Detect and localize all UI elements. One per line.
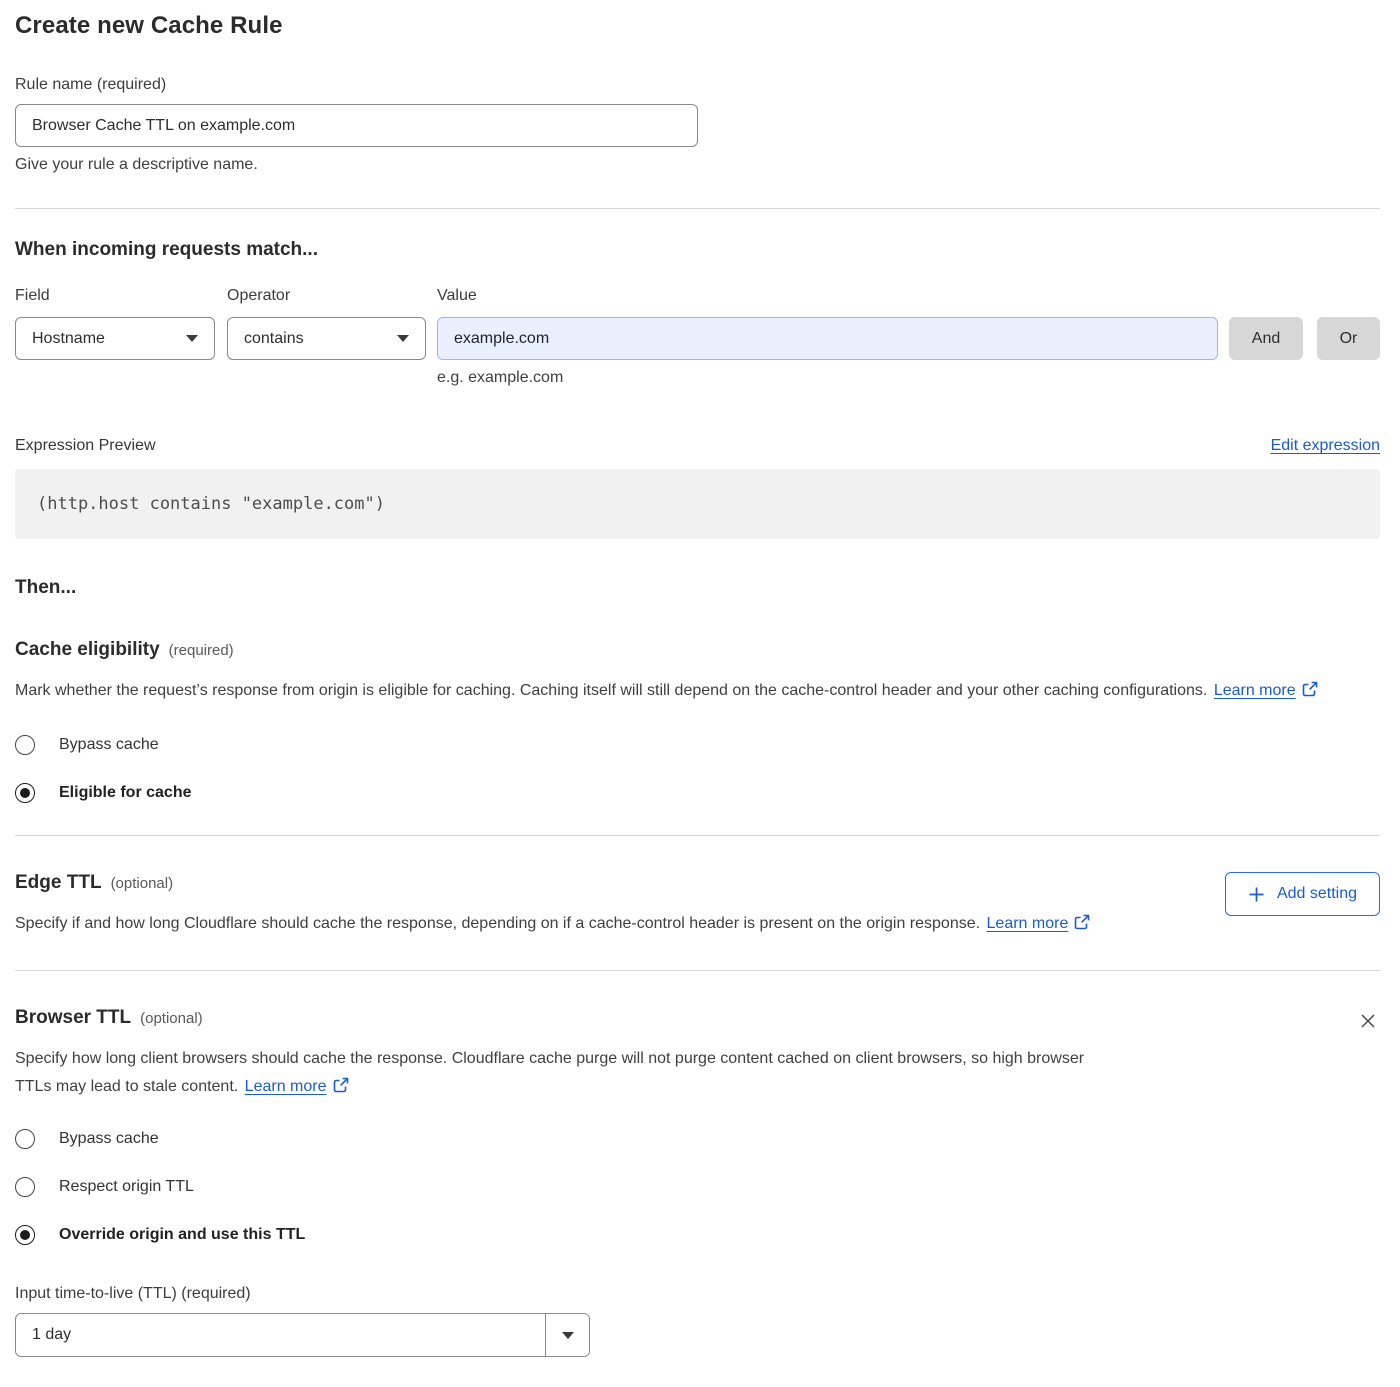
add-setting-button[interactable]: Add setting bbox=[1225, 872, 1380, 916]
or-button[interactable]: Or bbox=[1317, 317, 1380, 360]
rule-name-section: Rule name (required) Give your rule a de… bbox=[15, 76, 1380, 174]
cache-eligibility-description-text: Mark whether the request’s response from… bbox=[15, 682, 1207, 699]
operator-select[interactable]: contains bbox=[227, 317, 426, 360]
radio-icon bbox=[15, 1177, 35, 1197]
close-icon bbox=[1358, 1011, 1378, 1031]
edge-ttl-learn-more-link[interactable]: Learn more bbox=[987, 915, 1069, 932]
radio-respect-origin-ttl[interactable]: Respect origin TTL bbox=[15, 1177, 194, 1197]
browser-ttl-text-block: Browser TTL (optional) Specify how long … bbox=[15, 1007, 1115, 1101]
chevron-down-icon bbox=[186, 335, 198, 342]
rule-name-label: Rule name (required) bbox=[15, 76, 1380, 94]
then-heading: Then... bbox=[15, 577, 1380, 599]
browser-ttl-header: Browser TTL (optional) Specify how long … bbox=[15, 1007, 1380, 1101]
cache-eligibility-header: Cache eligibility (required) bbox=[15, 639, 1380, 661]
browser-ttl-description: Specify how long client browsers should … bbox=[15, 1045, 1115, 1101]
radio-icon bbox=[15, 735, 35, 755]
edge-ttl-title: Edge TTL bbox=[15, 872, 102, 894]
ttl-input-label: Input time-to-live (TTL) (required) bbox=[15, 1285, 1380, 1303]
external-link-icon bbox=[333, 1077, 349, 1093]
value-input[interactable] bbox=[437, 317, 1218, 360]
rule-name-input[interactable] bbox=[15, 104, 698, 147]
browser-ttl-description-text: Specify how long client browsers should … bbox=[15, 1050, 1084, 1095]
match-heading: When incoming requests match... bbox=[15, 239, 1380, 261]
operator-column: Operator contains bbox=[227, 287, 426, 387]
divider bbox=[15, 208, 1380, 209]
page-title: Create new Cache Rule bbox=[15, 12, 1380, 40]
radio-bypass-cache[interactable]: Bypass cache bbox=[15, 735, 159, 755]
caret-shape bbox=[562, 1332, 574, 1339]
expression-header: Expression Preview Edit expression bbox=[15, 437, 1380, 455]
external-link-icon bbox=[1074, 914, 1090, 930]
value-help: e.g. example.com bbox=[437, 369, 1218, 387]
field-select-value: Hostname bbox=[32, 330, 105, 348]
cache-eligibility-description: Mark whether the request’s response from… bbox=[15, 677, 1365, 705]
edge-ttl-text-block: Edge TTL (optional) Specify if and how l… bbox=[15, 872, 1090, 938]
edge-ttl-description: Specify if and how long Cloudflare shoul… bbox=[15, 910, 1090, 938]
edge-ttl-qualifier: (optional) bbox=[111, 875, 174, 892]
browser-ttl-title-row: Browser TTL (optional) bbox=[15, 1007, 1115, 1029]
cache-eligibility-learn-more-link[interactable]: Learn more bbox=[1214, 682, 1296, 699]
field-column: Field Hostname bbox=[15, 287, 215, 387]
and-button[interactable]: And bbox=[1229, 317, 1303, 360]
divider bbox=[15, 970, 1380, 971]
value-column: Value e.g. example.com bbox=[437, 287, 1218, 387]
radio-browser-bypass-cache[interactable]: Bypass cache bbox=[15, 1129, 159, 1149]
browser-ttl-learn-more-link[interactable]: Learn more bbox=[245, 1078, 327, 1095]
operator-select-value: contains bbox=[244, 330, 304, 348]
edge-ttl-description-text: Specify if and how long Cloudflare shoul… bbox=[15, 915, 980, 932]
expression-preview-label: Expression Preview bbox=[15, 437, 156, 455]
radio-icon bbox=[15, 783, 35, 803]
ttl-select-value: 1 day bbox=[16, 1314, 545, 1356]
radio-override-origin-ttl[interactable]: Override origin and use this TTL bbox=[15, 1225, 305, 1245]
cache-eligibility-qualifier: (required) bbox=[169, 642, 234, 659]
chevron-down-icon[interactable] bbox=[545, 1314, 589, 1356]
divider bbox=[15, 835, 1380, 836]
cache-eligibility-title: Cache eligibility bbox=[15, 639, 160, 661]
radio-label: Override origin and use this TTL bbox=[59, 1226, 305, 1244]
operator-label: Operator bbox=[227, 287, 426, 305]
browser-ttl-qualifier: (optional) bbox=[140, 1010, 203, 1027]
value-label: Value bbox=[437, 287, 1218, 305]
radio-label: Eligible for cache bbox=[59, 784, 191, 802]
radio-icon bbox=[15, 1129, 35, 1149]
radio-label: Bypass cache bbox=[59, 736, 159, 754]
radio-eligible-for-cache[interactable]: Eligible for cache bbox=[15, 783, 191, 803]
radio-label: Bypass cache bbox=[59, 1130, 159, 1148]
expression-code: (http.host contains "example.com") bbox=[15, 469, 1380, 539]
plus-icon bbox=[1248, 886, 1265, 903]
radio-label: Respect origin TTL bbox=[59, 1178, 194, 1196]
external-link-icon bbox=[1302, 681, 1318, 697]
remove-browser-ttl-button[interactable] bbox=[1356, 1009, 1380, 1036]
browser-ttl-title: Browser TTL bbox=[15, 1007, 131, 1029]
add-setting-label: Add setting bbox=[1277, 885, 1357, 903]
ttl-input-section: Input time-to-live (TTL) (required) 1 da… bbox=[15, 1285, 1380, 1357]
field-label: Field bbox=[15, 287, 215, 305]
edit-expression-link[interactable]: Edit expression bbox=[1271, 437, 1380, 455]
edge-ttl-title-row: Edge TTL (optional) bbox=[15, 872, 1090, 894]
chevron-down-icon bbox=[397, 335, 409, 342]
radio-icon bbox=[15, 1225, 35, 1245]
match-row: Field Hostname Operator contains Value e… bbox=[15, 287, 1380, 387]
rule-name-help: Give your rule a descriptive name. bbox=[15, 156, 1380, 174]
edge-ttl-header: Edge TTL (optional) Specify if and how l… bbox=[15, 872, 1380, 938]
field-select[interactable]: Hostname bbox=[15, 317, 215, 360]
ttl-select[interactable]: 1 day bbox=[15, 1313, 590, 1357]
